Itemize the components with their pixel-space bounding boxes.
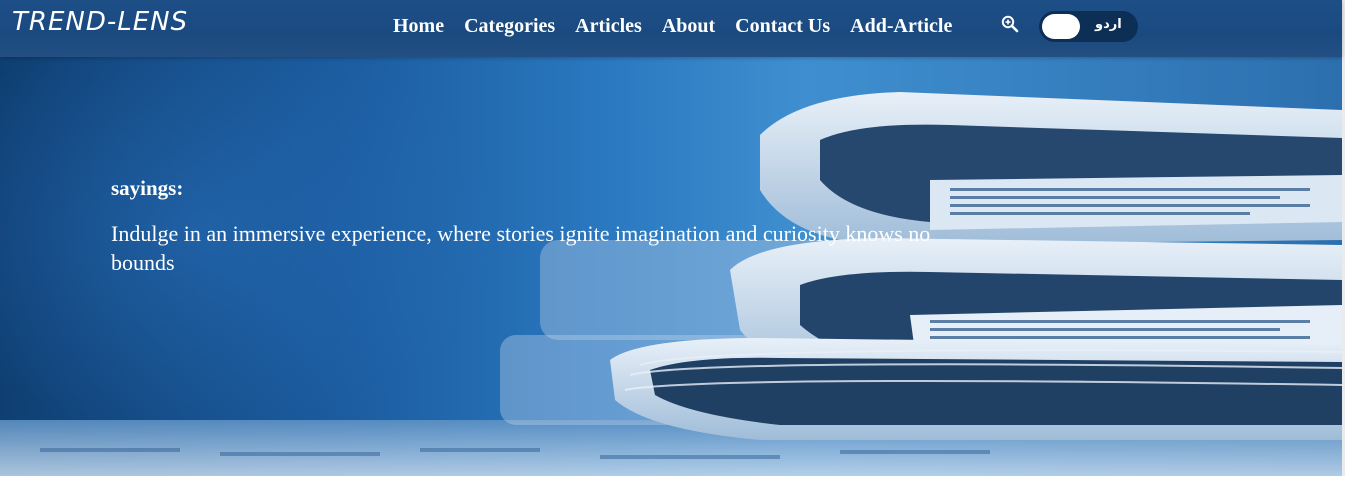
nav-home[interactable]: Home	[393, 14, 444, 38]
language-toggle-label: اردو	[1095, 17, 1122, 32]
brand-logo[interactable]: TREND-LENS	[12, 7, 188, 37]
nav-about[interactable]: About	[662, 14, 715, 38]
nav-add-article[interactable]: Add-Article	[850, 14, 952, 38]
zoom-in-icon[interactable]	[1001, 15, 1021, 35]
language-toggle[interactable]: اردو	[1039, 11, 1138, 42]
navbar: TREND-LENS Home Categories Articles Abou…	[0, 0, 1342, 57]
toggle-knob	[1042, 14, 1080, 39]
hero-caption: sayings: Indulge in an immersive experie…	[111, 176, 991, 277]
nav-categories[interactable]: Categories	[464, 14, 555, 38]
page: sayings: Indulge in an immersive experie…	[0, 0, 1345, 494]
nav-contact-us[interactable]: Contact Us	[735, 14, 830, 38]
hero-carousel: sayings: Indulge in an immersive experie…	[0, 0, 1342, 476]
hero-heading: sayings:	[111, 176, 184, 200]
hero-text: Indulge in an immersive experience, wher…	[111, 221, 931, 275]
nav-articles[interactable]: Articles	[575, 14, 642, 38]
nav-links: Home Categories Articles About Contact U…	[393, 14, 972, 38]
